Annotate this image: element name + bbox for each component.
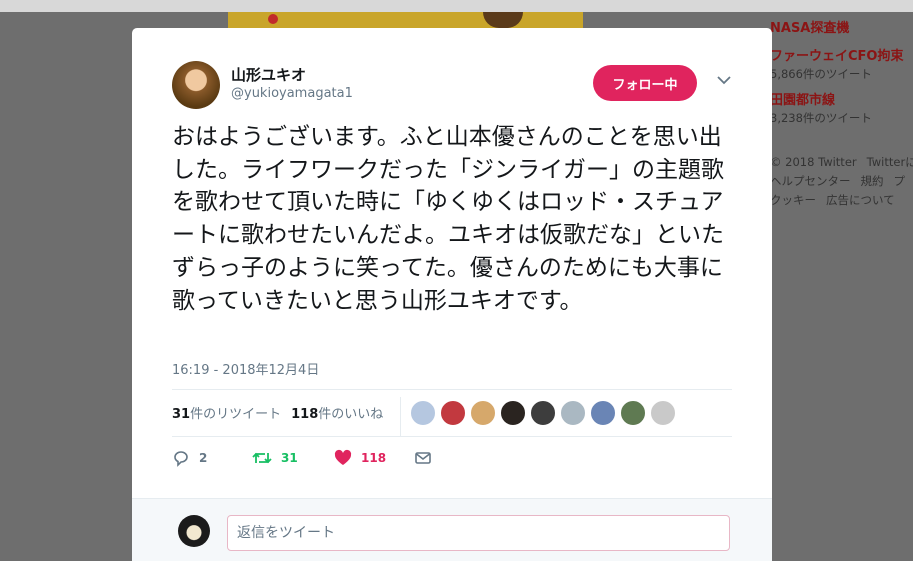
footer-link-cookies[interactable]: クッキー	[770, 193, 816, 207]
direct-message-button[interactable]	[414, 449, 441, 467]
reply-input[interactable]	[227, 515, 730, 551]
copyright-text: © 2018 Twitter	[770, 155, 857, 169]
stats-separator	[400, 397, 401, 437]
following-button[interactable]: フォロー中	[593, 65, 697, 101]
footer-link-help[interactable]: ヘルプセンター	[770, 174, 851, 188]
retweet-action-count: 31	[281, 451, 298, 465]
trend-count: 5,866件のツイート	[770, 67, 872, 81]
liker-avatar[interactable]	[530, 400, 556, 426]
liker-avatar[interactable]	[650, 400, 676, 426]
trend-title[interactable]: NASA探査機	[770, 17, 849, 36]
trend-item[interactable]: ファーウェイCFO拘束 5,866件のツイート	[770, 45, 903, 82]
retweet-label: 件のリツイート	[190, 407, 282, 422]
divider	[172, 436, 732, 437]
footer-link-privacy[interactable]: プ	[894, 174, 906, 188]
envelope-icon	[415, 452, 431, 464]
divider	[172, 389, 732, 390]
reply-area	[132, 498, 772, 561]
author-avatar[interactable]	[172, 61, 220, 109]
liker-avatar[interactable]	[440, 400, 466, 426]
retweet-count: 31	[172, 407, 191, 422]
reply-button[interactable]: 2	[172, 449, 207, 467]
sidebar-footer: © 2018 Twitter Twitterにつ ヘルプセンター規約プ クッキー広…	[770, 153, 913, 210]
like-action-count: 118	[361, 451, 387, 465]
tweet-text: おはようございます。ふと山本優さんのことを思い出した。ライフワークだった「ジンラ…	[172, 124, 724, 314]
heart-icon	[334, 449, 352, 465]
reply-icon	[174, 451, 188, 467]
author-name[interactable]: 山形ユキオ	[231, 64, 306, 85]
trend-title[interactable]: ファーウェイCFO拘束	[770, 45, 903, 64]
trend-count: 3,238件のツイート	[770, 111, 872, 125]
tweet-stats: 31件のリツイート 118件のいいね	[172, 403, 383, 422]
like-count: 118	[291, 407, 319, 422]
trend-item[interactable]: NASA探査機	[770, 17, 849, 36]
liker-avatar[interactable]	[410, 400, 436, 426]
retweet-icon	[252, 452, 272, 464]
footer-link-terms[interactable]: 規約	[861, 174, 884, 188]
tweet-timestamp[interactable]: 16:19 - 2018年12月4日	[172, 359, 319, 378]
tweet-modal: 山形ユキオ @yukioyamagata1 フォロー中 おはようございます。ふと…	[132, 28, 772, 561]
browser-top-strip	[0, 0, 913, 12]
trend-title[interactable]: 田園都市線	[770, 89, 872, 108]
liker-avatar[interactable]	[590, 400, 616, 426]
current-user-avatar[interactable]	[178, 515, 210, 547]
author-handle[interactable]: @yukioyamagata1	[231, 86, 353, 101]
like-button[interactable]: 118	[334, 449, 386, 467]
reply-count: 2	[199, 451, 208, 465]
like-stat[interactable]: 118件のいいね	[291, 407, 383, 422]
trend-item[interactable]: 田園都市線 3,238件のツイート	[770, 89, 872, 126]
chevron-down-icon[interactable]	[715, 71, 733, 89]
background-header-image	[228, 12, 583, 28]
like-label: 件のいいね	[318, 407, 384, 422]
footer-link-ads[interactable]: 広告について	[826, 193, 895, 207]
liker-avatar[interactable]	[560, 400, 586, 426]
retweet-stat[interactable]: 31件のリツイート	[172, 407, 281, 422]
retweet-button[interactable]: 31	[252, 449, 298, 467]
footer-link-about[interactable]: Twitterにつ	[867, 155, 913, 169]
liker-avatar[interactable]	[500, 400, 526, 426]
liker-avatar[interactable]	[470, 400, 496, 426]
liker-avatar[interactable]	[620, 400, 646, 426]
